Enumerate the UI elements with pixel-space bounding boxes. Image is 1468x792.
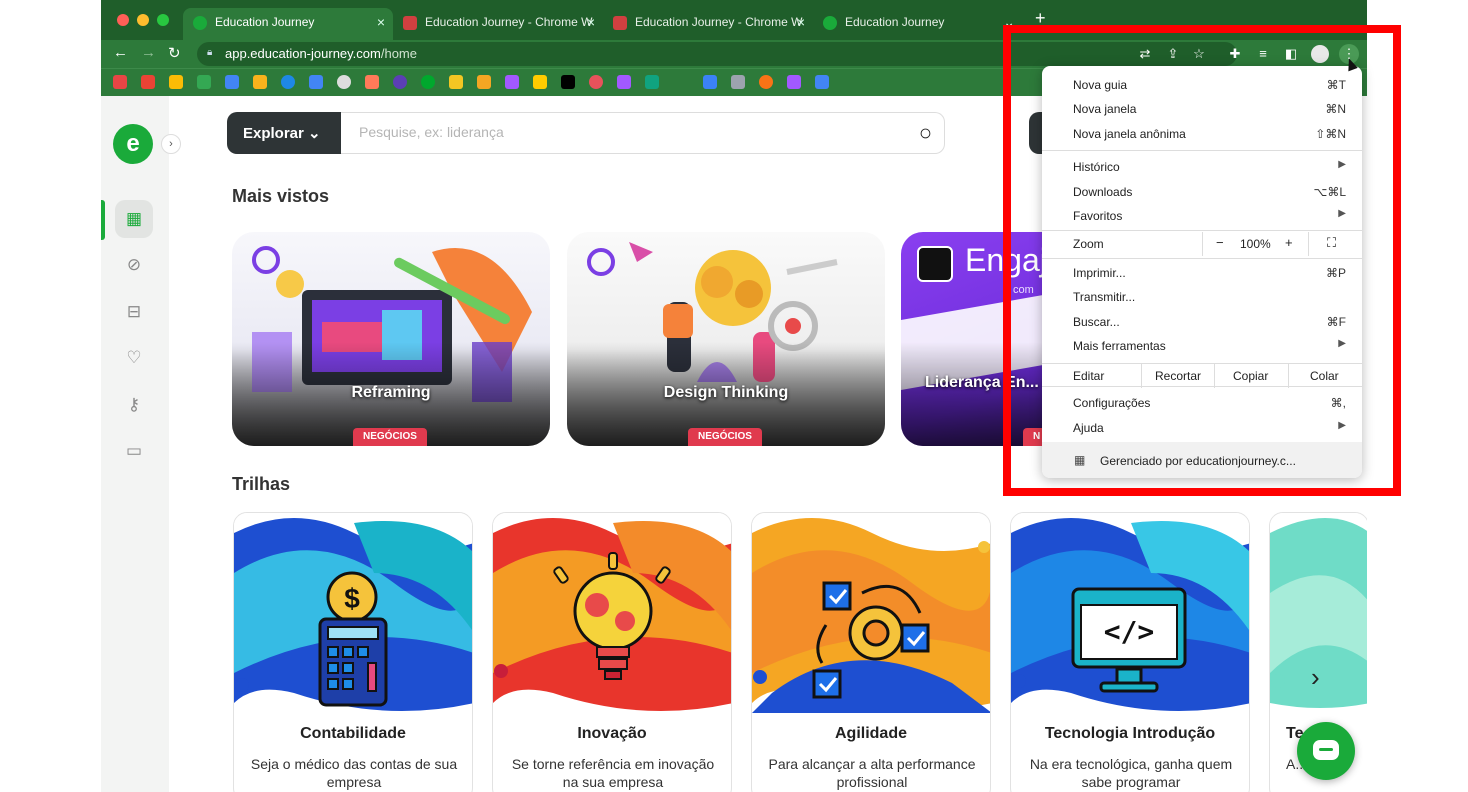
bookmark-grey-icon[interactable] [731, 75, 745, 89]
trail-card-tecnologia[interactable]: </> Tecnologia Introdução Na era tecnoló… [1010, 512, 1250, 792]
svg-text:</>: </> [1104, 615, 1155, 648]
active-indicator [101, 200, 105, 240]
brand-logo [917, 246, 953, 282]
tab-label: Education Journey [845, 15, 945, 29]
bookmark-blue-icon[interactable] [703, 75, 717, 89]
most-viewed-heading: Mais vistos [232, 186, 330, 206]
card-title: Design Thinking [663, 384, 789, 401]
tab-favicon-icon [193, 16, 207, 30]
tab-favicon-icon [823, 16, 837, 30]
compass-icon[interactable]: ⊘ [115, 246, 153, 284]
forward-arrow-icon[interactable]: → [141, 44, 156, 61]
explore-dropdown[interactable]: Explorar ⌄ [227, 112, 341, 154]
bookmark-figma-icon[interactable] [617, 75, 631, 89]
svg-text:$: $ [344, 583, 360, 614]
bookmark-gmail-icon[interactable] [141, 75, 155, 89]
trail-card-agilidade[interactable]: Agilidade Para alcançar a alta performan… [751, 512, 991, 792]
trail-description: Se torne referência em inovação na sua e… [511, 756, 715, 790]
tab-favicon-icon [403, 16, 417, 30]
heart-icon[interactable]: ♡ [115, 339, 153, 377]
bookmark-hubspot-icon[interactable] [365, 75, 379, 89]
trail-title: Tecnologia Introdução [1044, 725, 1216, 742]
trails-heading: Trilhas [232, 474, 291, 494]
bookmark-orange-icon[interactable] [759, 75, 773, 89]
bookmark-ball-icon[interactable] [337, 75, 351, 89]
bookmark-figma-icon[interactable] [787, 75, 801, 89]
search-icon[interactable]: ○ [919, 120, 932, 146]
trail-description: Na era tecnológica, ganha quem sabe prog… [1029, 756, 1233, 790]
calculator-illustration: $ [234, 513, 472, 713]
lock-icon: 🔒︎ [207, 47, 213, 58]
trail-card-contabilidade[interactable]: $ Contabilidade Seja o médico das contas… [233, 512, 473, 792]
back-arrow-icon[interactable]: ← [113, 44, 128, 61]
minimize-window-button[interactable] [137, 14, 149, 26]
chevron-down-icon: ⌄ [308, 125, 321, 142]
reload-icon[interactable]: ↻ [168, 44, 181, 62]
briefcase-icon[interactable]: ⊟ [115, 293, 153, 331]
trail-title: Agilidade [834, 725, 907, 742]
bookmark-drive-icon[interactable] [197, 75, 211, 89]
tab-favicon-icon [613, 16, 627, 30]
search-box: ○ [341, 112, 945, 154]
bookmark-medium-icon[interactable] [561, 75, 575, 89]
tab-close-icon[interactable]: × [797, 14, 805, 30]
bookmark-purple-icon[interactable] [393, 75, 407, 89]
tab-close-icon[interactable]: × [377, 14, 385, 30]
url-host: app.education-journey.com [225, 46, 381, 61]
bookmark-openai-icon[interactable] [645, 75, 659, 89]
category-badge: NEGÓCIOS [353, 428, 427, 446]
sidebar-expand-chevron-icon[interactable]: › [161, 134, 181, 154]
bookmark-figma-icon[interactable] [505, 75, 519, 89]
bookmark-slack-icon[interactable] [113, 75, 127, 89]
tab-close-icon[interactable]: × [587, 14, 595, 30]
tab-label: Education Journey - Chrome W [425, 15, 593, 29]
tab-2[interactable]: Education Journey - Chrome W × [393, 8, 603, 40]
agile-cycle-illustration [752, 513, 990, 713]
bookmark-yellow-icon[interactable] [449, 75, 463, 89]
grid-icon[interactable]: ▦ [115, 200, 153, 238]
bookmark-drive-icon[interactable] [169, 75, 183, 89]
url-text[interactable]: app.education-journey.com/home [225, 46, 417, 61]
close-window-button[interactable] [117, 14, 129, 26]
trail-title: Inovação [577, 725, 647, 742]
tab-4[interactable]: Education Journey ⌄ [813, 8, 1023, 40]
chat-support-button[interactable] [1297, 722, 1355, 780]
tab-1[interactable]: Education Journey × [183, 8, 393, 40]
chat-bubble-icon [1313, 740, 1339, 760]
bookmark-slides-icon[interactable] [253, 75, 267, 89]
card-title: Reframing [351, 384, 431, 401]
bookmark-c-icon[interactable] [533, 75, 547, 89]
bookmark-drive-icon[interactable] [477, 75, 491, 89]
maximize-window-button[interactable] [157, 14, 169, 26]
key-icon[interactable]: ⚷ [115, 386, 153, 424]
carousel-next-arrow-icon[interactable]: › [1311, 662, 1320, 693]
bookmark-drive-icon[interactable] [225, 75, 239, 89]
bookmark-calendar-icon[interactable] [309, 75, 323, 89]
code-monitor-illustration: </> [1011, 513, 1249, 713]
bookmark-asana-icon[interactable] [589, 75, 603, 89]
tab-3[interactable]: Education Journey - Chrome W × [603, 8, 813, 40]
lightbulb-illustration [493, 513, 731, 713]
bookmark-c-icon[interactable] [281, 75, 295, 89]
bookmark-evernote-icon[interactable] [421, 75, 435, 89]
trail-title: Contabilidade [300, 725, 406, 742]
trail-description: Para alcançar a alta performance profiss… [768, 756, 976, 790]
highlight-box [1003, 25, 1401, 496]
tab-label: Education Journey [215, 15, 315, 29]
sidebar: e ▦ ⊘ ⊟ ♡ ⚷ ▭ [101, 96, 169, 792]
trail-description: Seja o médico das contas de sua empresa [250, 756, 458, 790]
app-logo[interactable]: e [113, 124, 153, 164]
explore-label: Explorar [243, 125, 304, 142]
bookmark-drive-icon[interactable] [815, 75, 829, 89]
chat-icon[interactable]: ▭ [115, 432, 153, 470]
course-card-design-thinking[interactable]: Design Thinking NEGÓCIOS [567, 232, 885, 446]
course-card-reframing[interactable]: Reframing NEGÓCIOS [232, 232, 550, 446]
search-input[interactable] [359, 124, 879, 140]
trail-card-inovacao[interactable]: Inovação Se torne referência em inovação… [492, 512, 732, 792]
url-path: /home [380, 46, 417, 61]
category-badge: NEGÓCIOS [688, 428, 762, 446]
tab-label: Education Journey - Chrome W [635, 15, 803, 29]
